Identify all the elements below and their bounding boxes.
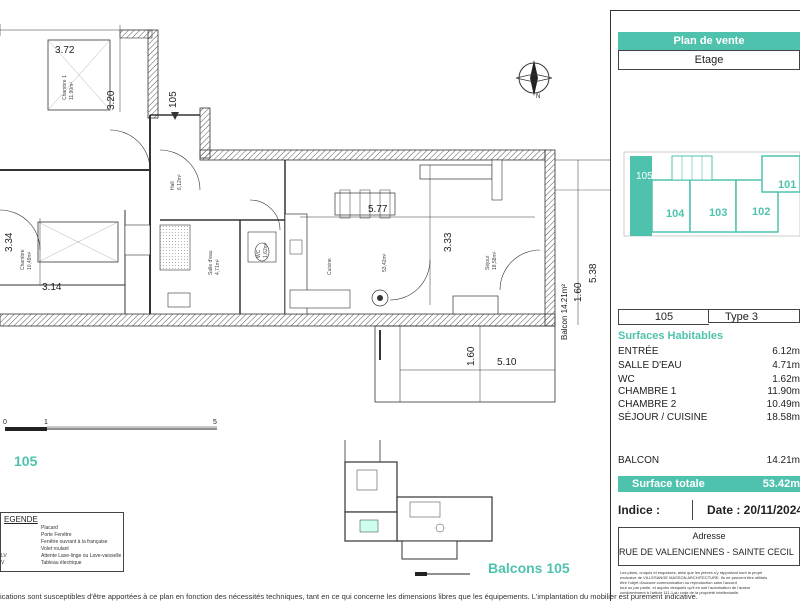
apartment-type: Type 3 — [708, 309, 800, 323]
room-chambre2: Chambre — [20, 249, 26, 270]
room-wc: WC — [256, 249, 262, 258]
legend-item: Fenêtre ouvrant à la française — [41, 539, 108, 545]
legend-item: Attente Lave-linge ou Lave-vaisselle — [41, 553, 122, 559]
surface-label: ENTRÉE — [618, 346, 659, 357]
balcons-label: Balcons 105 — [488, 560, 570, 576]
surface-value: 1.62m — [772, 374, 800, 385]
apartment-label: 105 — [14, 453, 38, 469]
south-wall — [0, 313, 556, 327]
dim-sejour-width: 5.77 — [368, 204, 388, 215]
legend-code: LV — [1, 553, 7, 559]
north-arrow-icon: N — [515, 60, 553, 100]
address-box: Adresse RUE DE VALENCIENNES - SAINTE CEC… — [618, 527, 800, 566]
scale-tick-0: 0 — [3, 419, 7, 426]
surface-value: 18.58m — [766, 412, 800, 423]
dim-105-marker: 105 — [168, 91, 179, 108]
keyplan-unit-104: 104 — [666, 208, 685, 220]
floor-label: Etage — [618, 50, 800, 70]
room-chambre1: Chambre 1 — [62, 75, 68, 100]
plan-title: Plan de vente — [618, 32, 800, 50]
room-total: 53,42m² — [382, 253, 388, 272]
surface-value: 4.71m — [772, 360, 800, 371]
room-sejour: Séjour — [485, 255, 491, 270]
room-sdb: Salle d'eau — [208, 250, 214, 275]
surface-label: WC — [618, 374, 635, 385]
floor-plan: 3.72 3.20 105 3.34 3.14 5.77 3.33 5.38 1… — [0, 0, 698, 601]
keyplan-unit-101: 101 — [778, 179, 797, 191]
dim-chambre2-width: 3.14 — [42, 282, 62, 293]
room-entree-area: 6,12m² — [177, 174, 183, 190]
room-chambre1-area: 11,90m² — [69, 82, 75, 100]
indice-label: Indice : — [618, 503, 661, 517]
address-value: RUE DE VALENCIENNES - SAINTE CECIL — [619, 547, 794, 557]
keyplan-unit-102: 102 — [752, 206, 771, 218]
fineprint-line: conformément à l'article 111-1 du code d… — [620, 590, 740, 595]
legend-title: EGENDE — [4, 515, 38, 524]
scale-tick-1: 1 — [44, 419, 48, 426]
mini-balcony-plan — [344, 440, 493, 560]
key-plan — [623, 151, 800, 237]
total-surface-bar: Surface totale 53.42m — [618, 476, 800, 492]
room-chambre2-area: 10,49m² — [27, 251, 33, 270]
surface-value: 10.49m — [766, 399, 800, 410]
room-sdb-area: 4,71m² — [215, 259, 221, 275]
keyplan-unit-105: 105 — [636, 171, 653, 182]
surface-label: CHAMBRE 2 — [618, 399, 677, 410]
surface-label: SALLE D'EAU — [618, 360, 682, 371]
legal-fineprint: Les plans, croquis et esquisses, ainsi q… — [620, 570, 800, 595]
dim-chambre1-width: 3.72 — [55, 45, 75, 56]
address-label: Adresse — [692, 531, 726, 541]
date-label: Date : 20/11/2024 — [707, 503, 800, 517]
balcon-label: BALCON — [618, 455, 660, 466]
legend-box: EGENDE Placard Porte Fenêtre Fenêtre ouv… — [0, 512, 124, 572]
dim-balcony-depth-right: 1.60 — [573, 282, 584, 302]
room-wc-area: 1,62m² — [263, 242, 269, 258]
total-surface-value: 53.42m — [762, 478, 800, 490]
keyplan-unit-103: 103 — [709, 207, 728, 219]
balcon-value: 14.21m — [766, 455, 800, 466]
total-surface-label: Surface totale — [632, 478, 705, 490]
east-wall — [544, 149, 556, 327]
legend-item: Tableau électrique — [41, 560, 82, 566]
surface-value: 11.90m — [767, 386, 800, 397]
room-entree: Hall — [170, 181, 176, 190]
surface-label: CHAMBRE 1 — [618, 386, 677, 397]
svg-text:N: N — [536, 94, 540, 100]
dim-balcony-width: 5.10 — [497, 357, 517, 368]
dim-chambre1-depth: 3.20 — [106, 90, 117, 110]
room-sejour-area: 18,58m² — [492, 251, 498, 270]
room-cuisine: Cuisine — [327, 258, 333, 275]
surface-value: 6.12m — [772, 346, 800, 357]
dim-sejour-depth: 3.33 — [443, 232, 454, 252]
scale-tick-5: 5 — [213, 419, 217, 426]
date-cell: Date : 20/11/2024 — [692, 500, 800, 520]
surfaces-title: Surfaces Habitables — [618, 330, 724, 342]
dim-balcony-depth: 1.60 — [466, 346, 477, 366]
legend-code: V — [1, 560, 5, 566]
surface-label: SÉJOUR / CUISINE — [618, 412, 708, 423]
dim-chambre2-depth: 3.34 — [4, 232, 15, 252]
room-balcon: Balcon 14.21m² — [560, 283, 569, 340]
dim-east-wall: 5.38 — [588, 263, 599, 283]
legend-item: Placard — [41, 525, 58, 531]
apartment-number: 105 — [618, 309, 709, 325]
legend-item: Volet roulant — [41, 546, 69, 552]
legend-item: Porte Fenêtre — [41, 532, 72, 538]
